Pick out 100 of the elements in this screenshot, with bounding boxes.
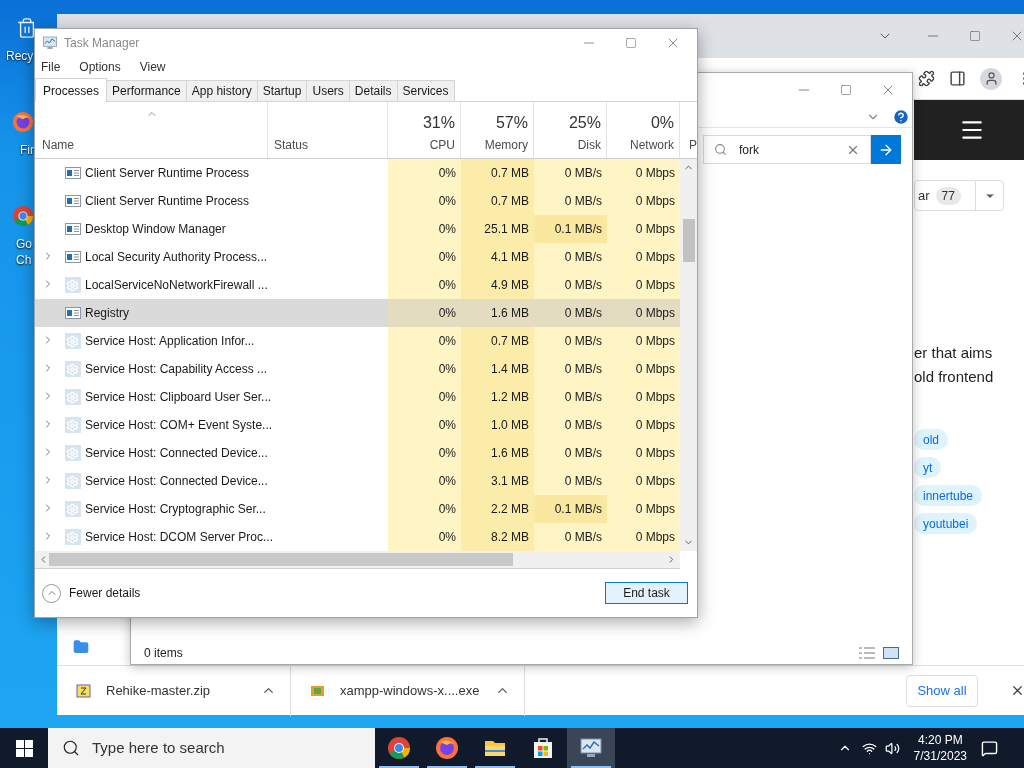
- column-header[interactable]: Disk: [577, 136, 601, 154]
- tab[interactable]: Performance: [107, 80, 187, 101]
- table-cell: 0 Mbps: [607, 355, 680, 383]
- process-name: Service Host: Application Infor...: [85, 333, 255, 350]
- column-header[interactable]: Memory: [484, 136, 528, 154]
- gear-icon: [64, 361, 81, 377]
- side-panel-icon[interactable]: [949, 70, 966, 87]
- maximize-icon[interactable]: [969, 30, 981, 42]
- taskbar-app[interactable]: [567, 728, 615, 768]
- process-row[interactable]: Desktop Window Manager 0% 25.1 MB 0.1 MB/s 0 Mbps: [35, 215, 680, 243]
- topic-tag[interactable]: yt: [914, 457, 942, 478]
- show-all-button[interactable]: Show all: [906, 674, 978, 707]
- process-row[interactable]: Registry 0% 1.6 MB 0 MB/s 0 Mbps: [35, 299, 680, 327]
- desktop-icon-label[interactable]: Recy: [6, 48, 34, 64]
- process-row[interactable]: Service Host: Capability Access ... 0% 1.4 MB 0 MB/s 0 Mbps: [35, 355, 680, 383]
- process-name: Service Host: Connected Device...: [85, 473, 268, 490]
- table-cell: 0 MB/s: [534, 467, 607, 495]
- table-cell: 1.6 MB: [461, 439, 534, 467]
- horizontal-scrollbar[interactable]: [35, 551, 680, 569]
- gear-icon: [64, 389, 81, 405]
- process-name: Client Server Runtime Process: [85, 193, 250, 210]
- menu-item[interactable]: File: [41, 58, 61, 76]
- clock[interactable]: 4:20 PM 7/31/2023: [913, 732, 967, 764]
- table-cell: 1.2 MB: [461, 383, 534, 411]
- search-go-button[interactable]: [871, 135, 901, 164]
- menu-item[interactable]: Options: [79, 58, 121, 76]
- status-text: 0 items: [144, 645, 183, 662]
- details-view-icon[interactable]: [859, 647, 875, 659]
- end-task-button[interactable]: End task: [605, 582, 688, 604]
- table-cell: 0 Mbps: [607, 299, 680, 327]
- process-row[interactable]: Service Host: Cryptographic Ser... 0% 2.2 MB 0.1 MB/s 0 Mbps: [35, 495, 680, 523]
- tab[interactable]: Services: [397, 80, 455, 101]
- gear-icon: [64, 277, 81, 293]
- network-icon[interactable]: [861, 740, 877, 756]
- search-value: fork: [739, 141, 759, 159]
- column-header[interactable]: CPU: [429, 136, 455, 154]
- scroll-thumb[interactable]: [48, 553, 514, 566]
- file-name: xampp-windows-x....exe: [340, 681, 480, 700]
- process-row[interactable]: Service Host: Clipboard User Ser... 0% 1.2 MB 0 MB/s 0 Mbps: [35, 383, 680, 411]
- gear-icon: [64, 529, 81, 545]
- table-cell: 0 MB/s: [534, 187, 607, 215]
- process-row[interactable]: Client Server Runtime Process 0% 0.7 MB 0 MB/s 0 Mbps: [35, 159, 680, 187]
- topic-tag[interactable]: old: [914, 429, 948, 450]
- process-row[interactable]: Client Server Runtime Process 0% 0.7 MB 0 MB/s 0 Mbps: [35, 187, 680, 215]
- vertical-scrollbar[interactable]: [680, 159, 697, 551]
- topic-tag[interactable]: youtubei: [914, 513, 978, 534]
- table-cell: 0 MB/s: [534, 383, 607, 411]
- volume-icon[interactable]: [884, 740, 900, 756]
- process-row[interactable]: LocalServiceNoNetworkFirewall ... 0% 4.9 MB 0 MB/s 0 Mbps: [35, 271, 680, 299]
- usage-percent: 31%: [422, 113, 455, 133]
- star-button[interactable]: ar 77: [914, 180, 1004, 211]
- profile-icon[interactable]: [980, 67, 1002, 90]
- column-header[interactable]: Status: [274, 136, 309, 154]
- description-text: old frontend: [914, 367, 995, 387]
- process-name: LocalServiceNoNetworkFirewall ...: [85, 277, 268, 294]
- process-row[interactable]: Service Host: COM+ Event Syste... 0% 1.0 MB 0 MB/s 0 Mbps: [35, 411, 680, 439]
- file-name: Rehike-master.zip: [106, 681, 211, 700]
- column-header[interactable]: P: [689, 136, 697, 154]
- table-cell: 1.4 MB: [461, 355, 534, 383]
- folder-icon: [73, 639, 89, 655]
- puzzle-icon[interactable]: [918, 70, 935, 87]
- process-row[interactable]: Local Security Authority Process... 0% 4.1 MB 0 MB/s 0 Mbps: [35, 243, 680, 271]
- help-icon[interactable]: [892, 108, 910, 126]
- process-name: Service Host: Cryptographic Ser...: [85, 501, 266, 518]
- process-row[interactable]: Service Host: DCOM Server Proc... 0% 8.2 MB 0 MB/s 0 Mbps: [35, 523, 680, 551]
- tab[interactable]: Details: [349, 80, 398, 101]
- search-box[interactable]: Type here to search: [48, 728, 375, 768]
- gear-icon: [64, 445, 81, 461]
- tab[interactable]: App history: [186, 80, 258, 101]
- column-header[interactable]: Network: [630, 136, 674, 154]
- tab[interactable]: Users: [307, 80, 350, 101]
- table-cell: 0 Mbps: [607, 383, 680, 411]
- search-field[interactable]: fork: [703, 135, 871, 164]
- process-name: Service Host: DCOM Server Proc...: [85, 529, 274, 546]
- fewer-details-button[interactable]: Fewer details: [42, 583, 141, 603]
- description-text: er that aims: [914, 343, 994, 363]
- scroll-thumb[interactable]: [682, 218, 695, 262]
- table-cell: 0%: [388, 355, 461, 383]
- usage-percent: 0%: [650, 113, 674, 133]
- menu-item[interactable]: View: [139, 58, 166, 76]
- column-header[interactable]: Name: [42, 136, 260, 154]
- usage-percent: 57%: [495, 113, 528, 133]
- maximize-icon[interactable]: [625, 36, 637, 49]
- table-cell: 4.1 MB: [461, 243, 534, 271]
- notification-icon[interactable]: [981, 739, 998, 757]
- tab[interactable]: Startup: [257, 80, 308, 101]
- process-row[interactable]: Service Host: Application Infor... 0% 0.7 MB 0 MB/s 0 Mbps: [35, 327, 680, 355]
- table-cell: 0 Mbps: [607, 243, 680, 271]
- maximize-icon[interactable]: [840, 84, 852, 96]
- close-icon[interactable]: [1010, 683, 1024, 698]
- thumbnail-view-icon[interactable]: [883, 647, 899, 659]
- tab[interactable]: Processes: [35, 78, 108, 102]
- topic-tag[interactable]: innertube: [914, 485, 983, 506]
- table-cell: 0 MB/s: [534, 523, 607, 551]
- table-cell: 0 Mbps: [607, 187, 680, 215]
- process-row[interactable]: Service Host: Connected Device... 0% 3.1 MB 0 MB/s 0 Mbps: [35, 467, 680, 495]
- firefox-icon: [12, 111, 34, 133]
- process-row[interactable]: Service Host: Connected Device... 0% 1.6 MB 0 MB/s 0 Mbps: [35, 439, 680, 467]
- process-name: Service Host: Capability Access ...: [85, 361, 268, 378]
- table-cell: 0 Mbps: [607, 495, 680, 523]
